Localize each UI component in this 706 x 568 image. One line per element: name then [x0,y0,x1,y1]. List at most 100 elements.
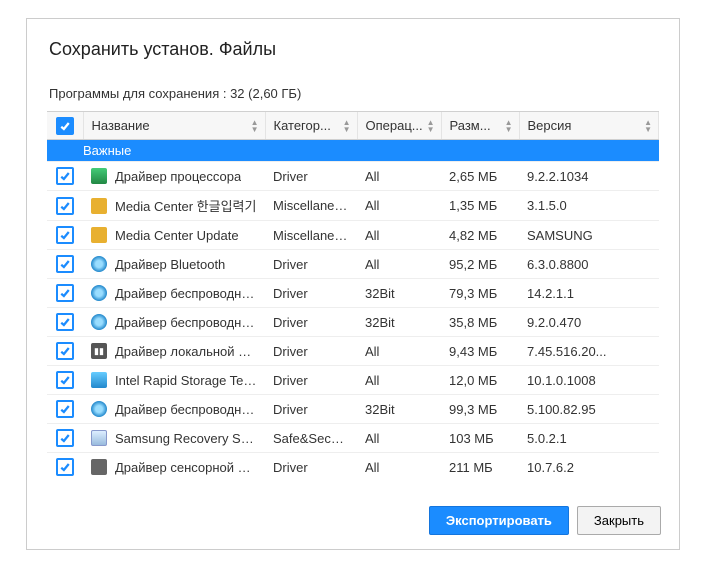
chip-icon [91,168,107,184]
row-category: Driver [265,162,357,191]
row-name-cell: Samsung Recovery Solut... [83,424,265,453]
row-size: 99,3 МБ [441,395,519,424]
row-version: 7.45.516.20... [519,337,659,366]
touch-icon [91,459,107,475]
row-checkbox[interactable] [56,284,74,302]
row-name-cell: Драйвер беспроводной... [83,279,265,308]
row-name-label: Драйвер локальной сети [115,344,257,359]
row-name-label: Драйвер беспроводной... [115,402,257,417]
row-version: 10.1.0.1008 [519,366,659,395]
row-name-cell: ▮▮ Драйвер локальной сети [83,337,265,366]
col-os[interactable]: Операц... ▲▼ [357,112,441,140]
row-check-cell [47,366,83,395]
row-name-cell: Драйвер сенсорной па... [83,453,265,480]
row-check-cell [47,395,83,424]
row-category: Miscellaneous [265,191,357,221]
table-row[interactable]: Media Center UpdateMiscellaneousAll4,82 … [47,221,659,250]
row-name-cell: Драйвер беспроводной... [83,308,265,337]
net-icon: ▮▮ [91,343,107,359]
row-category: Driver [265,366,357,395]
row-version: 5.0.2.1 [519,424,659,453]
select-all-checkbox[interactable] [56,117,74,135]
col-version[interactable]: Версия ▲▼ [519,112,659,140]
row-name-cell: Media Center Update [83,221,265,250]
row-category: Driver [265,453,357,480]
row-size: 79,3 МБ [441,279,519,308]
row-check-cell [47,191,83,221]
row-size: 4,82 МБ [441,221,519,250]
row-name-label: Media Center Update [115,228,239,243]
row-version: 3.1.5.0 [519,191,659,221]
row-os: 32Bit [357,395,441,424]
dialog-footer: Экспортировать Закрыть [429,506,661,535]
row-size: 1,35 МБ [441,191,519,221]
row-os: All [357,162,441,191]
row-version: 6.3.0.8800 [519,250,659,279]
table-row[interactable]: ▮▮Драйвер локальной сетиDriverAll9,43 МБ… [47,337,659,366]
sort-icon: ▲▼ [644,119,652,133]
row-check-cell [47,250,83,279]
row-size: 103 МБ [441,424,519,453]
row-size: 9,43 МБ [441,337,519,366]
table-row[interactable]: Media Center 한글입력기 MiscellaneousAll1,35 М… [47,191,659,221]
disc-icon [91,401,107,417]
col-category[interactable]: Категор... ▲▼ [265,112,357,140]
row-os: All [357,453,441,480]
row-os: 32Bit [357,308,441,337]
col-size[interactable]: Разм... ▲▼ [441,112,519,140]
row-version: 10.7.6.2 [519,453,659,480]
table-row[interactable]: Драйвер беспроводной...Driver32Bit99,3 М… [47,395,659,424]
row-name-cell: Драйвер процессора [83,162,265,191]
table-row[interactable]: Драйвер беспроводной...Driver32Bit35,8 М… [47,308,659,337]
row-category: Driver [265,337,357,366]
drivers-table-scroll[interactable]: Название ▲▼ Категор... ▲▼ Операц... ▲▼ Р… [47,111,659,479]
col-name-label: Название [92,118,150,133]
col-name[interactable]: Название ▲▼ [83,112,265,140]
disc-icon [91,256,107,272]
row-check-cell [47,337,83,366]
sort-icon: ▲▼ [505,119,513,133]
row-name-cell: Драйвер беспроводной... [83,395,265,424]
group-row-important[interactable]: Важные [47,140,659,162]
row-checkbox[interactable] [56,400,74,418]
row-checkbox[interactable] [56,342,74,360]
row-os: All [357,191,441,221]
row-os: All [357,221,441,250]
row-name-cell: Intel Rapid Storage Tech... [83,366,265,395]
row-size: 12,0 МБ [441,366,519,395]
row-category: Driver [265,308,357,337]
row-name-label: Samsung Recovery Solut... [115,431,257,446]
table-row[interactable]: Драйвер BluetoothDriverAll95,2 МБ6.3.0.8… [47,250,659,279]
disc-icon [91,314,107,330]
disc-icon [91,285,107,301]
table-row[interactable]: Драйвер процессораDriverAll2,65 МБ9.2.2.… [47,162,659,191]
row-check-cell [47,453,83,480]
export-button[interactable]: Экспортировать [429,506,569,535]
header-check-cell [47,112,83,140]
row-version: 5.100.82.95 [519,395,659,424]
table-row[interactable]: Intel Rapid Storage Tech...DriverAll12,0… [47,366,659,395]
safe-icon [91,430,107,446]
row-os: All [357,424,441,453]
row-os: All [357,250,441,279]
table-row[interactable]: Samsung Recovery Solut...Safe&SecurityAl… [47,424,659,453]
row-checkbox[interactable] [56,371,74,389]
row-checkbox[interactable] [56,429,74,447]
row-size: 35,8 МБ [441,308,519,337]
close-button[interactable]: Закрыть [577,506,661,535]
table-row[interactable]: Драйвер беспроводной...Driver32Bit79,3 М… [47,279,659,308]
row-checkbox[interactable] [56,226,74,244]
row-os: 32Bit [357,279,441,308]
row-name-label: Драйвер процессора [115,169,241,184]
row-checkbox[interactable] [56,255,74,273]
row-checkbox[interactable] [56,313,74,331]
row-checkbox[interactable] [56,458,74,476]
row-checkbox[interactable] [56,167,74,185]
row-name-label: Драйвер беспроводной... [115,286,257,301]
col-size-label: Разм... [450,118,491,133]
row-name-label: Драйвер Bluetooth [115,257,225,272]
table-row[interactable]: Драйвер сенсорной па...DriverAll211 МБ10… [47,453,659,480]
row-name-label: Media Center 한글입력기 [115,196,256,215]
row-name-label: Intel Rapid Storage Tech... [115,373,257,388]
row-checkbox[interactable] [56,197,74,215]
